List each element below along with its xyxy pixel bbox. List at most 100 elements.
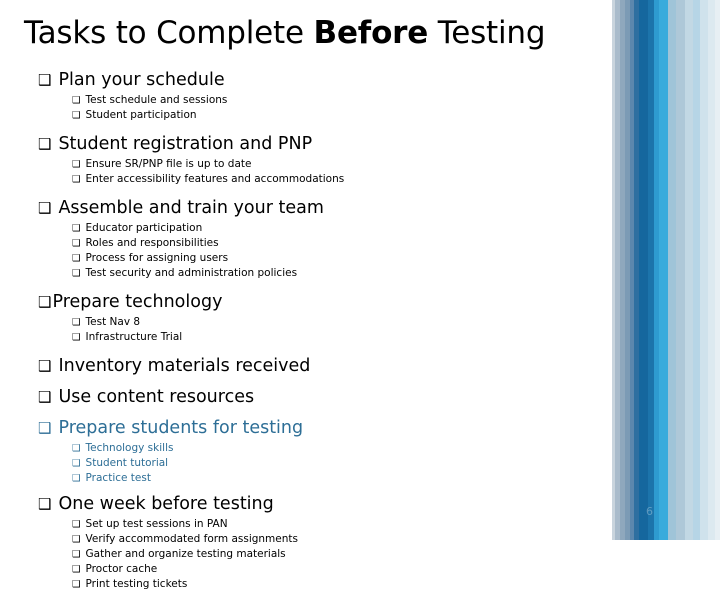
checklist-subgroup-plan-your-schedule: ❑ Test schedule and sessions ❑ Student part… <box>72 93 598 123</box>
checklist-subitem[interactable]: ❑ Test security and administration polici… <box>72 266 598 281</box>
checklist-subitem[interactable]: ❑ Student tutorial <box>72 456 598 471</box>
slide-title: Tasks to Complete Before Testing <box>24 14 624 52</box>
checklist-subitem-label: Practice test <box>85 472 151 484</box>
checkbox-icon[interactable]: ❑ <box>72 158 81 172</box>
page-number: 6 <box>646 505 653 518</box>
checklist-subitem[interactable]: ❑ Proctor cache <box>72 562 598 577</box>
checklist-subitem[interactable]: ❑ Set up test sessions in PAN <box>72 517 598 532</box>
checkbox-icon[interactable]: ❑ <box>72 457 81 471</box>
checklist-subgroup-student-registration-and-pnp: ❑ Ensure SR/PNP file is up to date ❑ Enter … <box>72 157 598 187</box>
stripe-16 <box>707 0 715 540</box>
checklist-subitem[interactable]: ❑ Gather and organize testing materials <box>72 547 598 562</box>
checklist-subitem-label: Student participation <box>85 109 197 121</box>
checkbox-icon[interactable]: ❑ <box>72 237 81 251</box>
checklist-subitem[interactable]: ❑ Educator participation <box>72 221 598 236</box>
checkbox-icon[interactable]: ❑ <box>38 196 51 220</box>
slide-canvas: Tasks to Complete Before Testing ❑ Plan y… <box>0 0 720 590</box>
checklist-item-inventory-materials-received[interactable]: ❑ Inventory materials received <box>38 354 598 378</box>
checkbox-icon[interactable]: ❑ <box>38 290 51 314</box>
checklist-item-label: Prepare students for testing <box>58 418 304 438</box>
checklist-item-use-content-resources[interactable]: ❑ Use content resources <box>38 385 598 409</box>
checklist-item-label: Assemble and train your team <box>58 198 324 218</box>
checklist-item-label: Plan your schedule <box>58 70 225 90</box>
checklist-subitem[interactable]: ❑ Test Nav 8 <box>72 315 598 330</box>
stripe-7 <box>639 0 648 540</box>
checkbox-icon[interactable]: ❑ <box>72 316 81 330</box>
checklist-subitem[interactable]: ❑ Technology skills <box>72 441 598 456</box>
checklist-subitem-label: Roles and responsibilities <box>85 237 219 249</box>
checklist-subgroup-one-week-before-testing: ❑ Set up test sessions in PAN ❑ Verify acco… <box>72 517 598 592</box>
checklist-item-plan-your-schedule[interactable]: ❑ Plan your schedule <box>38 68 598 92</box>
checklist-subgroup-assemble-and-train-your-team: ❑ Educator participation ❑ Roles and respon… <box>72 221 598 281</box>
checkbox-icon[interactable]: ❑ <box>72 518 81 532</box>
checkbox-icon[interactable]: ❑ <box>38 416 51 440</box>
checkbox-icon[interactable]: ❑ <box>72 267 81 281</box>
checkbox-icon[interactable]: ❑ <box>72 548 81 562</box>
checkbox-icon[interactable]: ❑ <box>72 173 81 187</box>
checkbox-icon[interactable]: ❑ <box>72 472 81 486</box>
title-text-before: Tasks to Complete <box>24 15 314 51</box>
checkbox-icon[interactable]: ❑ <box>72 252 81 266</box>
checklist-item-prepare-students-for-testing[interactable]: ❑ Prepare students for testing <box>38 416 598 440</box>
checkbox-icon[interactable]: ❑ <box>72 533 81 547</box>
checklist-content: ❑ Plan your schedule ❑ Test schedule and se… <box>38 68 598 592</box>
checkbox-icon[interactable]: ❑ <box>72 94 81 108</box>
checklist-item-student-registration-and-pnp[interactable]: ❑ Student registration and PNP <box>38 132 598 156</box>
checklist-subitem-label: Technology skills <box>85 442 174 454</box>
decorative-stripe-band <box>612 0 720 540</box>
checklist-group-prepare-students-for-testing: ❑ Prepare students for testing ❑ Technology… <box>38 416 598 486</box>
checklist-group-student-registration-and-pnp: ❑ Student registration and PNP ❑ Ensure SR/… <box>38 132 598 187</box>
checklist-item-label: Inventory materials received <box>58 356 311 376</box>
checkbox-icon[interactable]: ❑ <box>72 578 81 592</box>
checkbox-icon[interactable]: ❑ <box>72 442 81 456</box>
checklist-group-prepare-technology: ❑ Prepare technology ❑ Test Nav 8 ❑ Infrastru… <box>38 290 598 345</box>
checkbox-icon[interactable]: ❑ <box>38 492 51 516</box>
checklist-subgroup-prepare-technology: ❑ Test Nav 8 ❑ Infrastructure Trial <box>72 315 598 345</box>
checklist-subitem[interactable]: ❑ Roles and responsibilities <box>72 236 598 251</box>
checklist-subitem-label: Proctor cache <box>85 563 158 575</box>
checklist-subitem[interactable]: ❑ Process for assigning users <box>72 251 598 266</box>
checklist-group-use-content-resources: ❑ Use content resources <box>38 385 598 409</box>
checkbox-icon[interactable]: ❑ <box>38 132 51 156</box>
checklist-subitem[interactable]: ❑ Infrastructure Trial <box>72 330 598 345</box>
checklist-item-one-week-before-testing[interactable]: ❑ One week before testing <box>38 492 598 516</box>
checklist-group-plan-your-schedule: ❑ Plan your schedule ❑ Test schedule and se… <box>38 68 598 123</box>
checklist-subitem-label: Set up test sessions in PAN <box>85 518 228 530</box>
checkbox-icon[interactable]: ❑ <box>72 222 81 236</box>
checkbox-icon[interactable]: ❑ <box>72 563 81 577</box>
checklist-group-one-week-before-testing: ❑ One week before testing ❑ Set up test ses… <box>38 492 598 592</box>
stripe-12 <box>675 0 685 540</box>
checkbox-icon[interactable]: ❑ <box>38 354 51 378</box>
checkbox-icon[interactable]: ❑ <box>38 68 51 92</box>
checklist-subitem[interactable]: ❑ Test schedule and sessions <box>72 93 598 108</box>
checklist-subitem[interactable]: ❑ Practice test <box>72 471 598 486</box>
title-text-after: Testing <box>428 15 546 51</box>
title-emphasis-before: Before <box>313 15 429 51</box>
checklist-item-label: Student registration and PNP <box>58 134 313 154</box>
checklist-subitem-label: Educator participation <box>85 222 203 234</box>
checklist-subitem[interactable]: ❑ Ensure SR/PNP file is up to date <box>72 157 598 172</box>
stripe-17 <box>714 0 720 540</box>
checklist-subitem-label: Verify accommodated form assignments <box>85 533 298 545</box>
checklist-item-assemble-and-train-your-team[interactable]: ❑ Assemble and train your team <box>38 196 598 220</box>
checkbox-icon[interactable]: ❑ <box>72 331 81 345</box>
checkbox-icon[interactable]: ❑ <box>38 385 51 409</box>
checklist-subitem-label: Ensure SR/PNP file is up to date <box>85 158 252 170</box>
stripe-14 <box>692 0 700 540</box>
checklist-subitem-label: Test security and administration policie… <box>85 267 298 279</box>
stripe-10 <box>658 0 668 540</box>
checklist-item-prepare-technology[interactable]: ❑ Prepare technology <box>38 290 598 314</box>
checklist-subitem[interactable]: ❑ Student participation <box>72 108 598 123</box>
checklist-subitem-label: Student tutorial <box>85 457 169 469</box>
checklist-group-inventory-materials-received: ❑ Inventory materials received <box>38 354 598 378</box>
checklist-subitem[interactable]: ❑ Enter accessibility features and accomm… <box>72 172 598 187</box>
checkbox-icon[interactable]: ❑ <box>72 109 81 123</box>
checklist-subitem-label: Infrastructure Trial <box>85 331 183 343</box>
checklist-subitem-label: Enter accessibility features and accommo… <box>85 173 345 185</box>
stripe-13 <box>684 0 693 540</box>
checklist-subitem[interactable]: ❑ Print testing tickets <box>72 577 598 592</box>
